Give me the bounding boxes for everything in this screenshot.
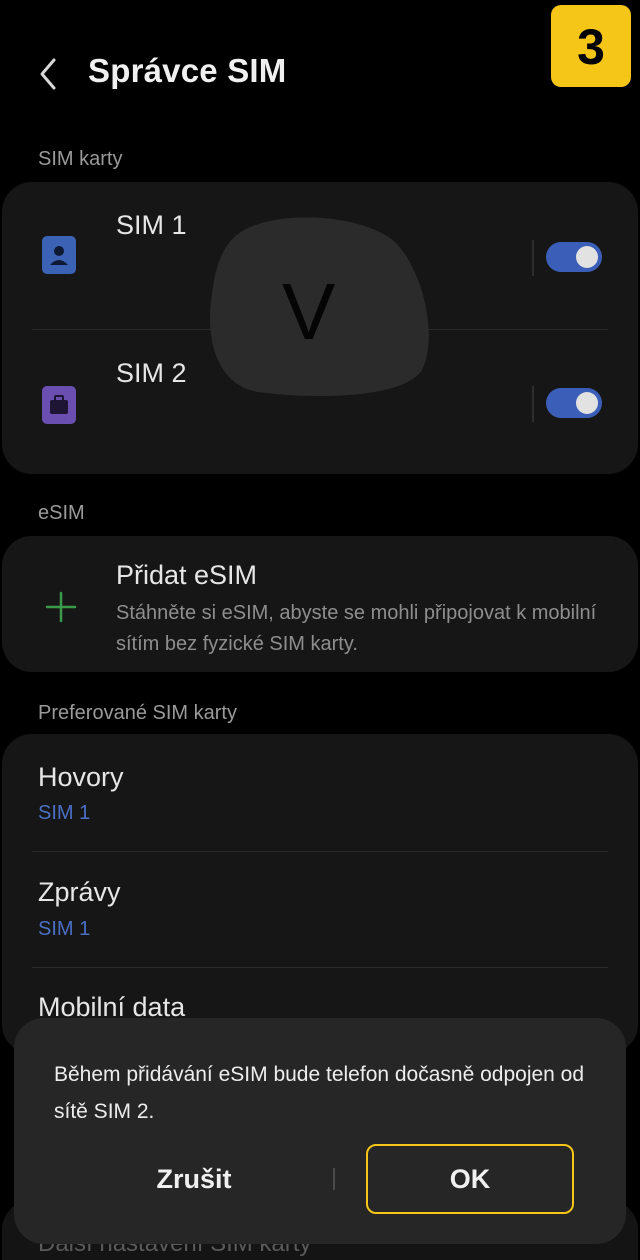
cancel-button[interactable]: Zrušit [74, 1148, 314, 1210]
divider [32, 967, 608, 968]
sim1-name[interactable]: SIM 1 [116, 210, 187, 241]
add-esim-description: Stáhněte si eSIM, abyste se mohli připoj… [116, 602, 597, 655]
divider [532, 240, 534, 276]
person-sim-icon [42, 236, 76, 274]
divider [532, 386, 534, 422]
sim-manager-screen: Správce SIM 3 SIM karty SIM 1 SIM 2 V eS… [0, 0, 640, 1260]
divider [333, 1168, 335, 1190]
section-esim-label: eSIM [38, 502, 85, 524]
section-preferred-label: Preferované SIM karty [38, 702, 237, 724]
add-esim-title: Přidat eSIM [116, 560, 258, 590]
sim2-toggle[interactable] [546, 388, 602, 418]
dialog-message: Během přidávání eSIM bude telefon dočasn… [54, 1063, 585, 1123]
pref-calls-label[interactable]: Hovory [38, 762, 124, 793]
sim1-toggle[interactable] [546, 242, 602, 272]
sim2-name[interactable]: SIM 2 [116, 358, 187, 389]
pref-calls-value: SIM 1 [38, 802, 91, 824]
section-sim-cards-label: SIM karty [38, 148, 123, 170]
divider [32, 851, 608, 852]
plus-icon [44, 590, 78, 624]
back-arrow-icon[interactable] [34, 54, 64, 94]
step-badge: 3 [551, 5, 631, 87]
ok-button[interactable]: OK [366, 1144, 574, 1214]
annotation-letter: V [282, 267, 336, 356]
pref-messages-value: SIM 1 [38, 918, 91, 940]
pref-messages-label[interactable]: Zprávy [38, 877, 121, 908]
briefcase-sim-icon [42, 386, 76, 424]
page-title: Správce SIM [88, 52, 287, 89]
confirm-dialog: Během přidávání eSIM bude telefon dočasn… [14, 1018, 626, 1244]
